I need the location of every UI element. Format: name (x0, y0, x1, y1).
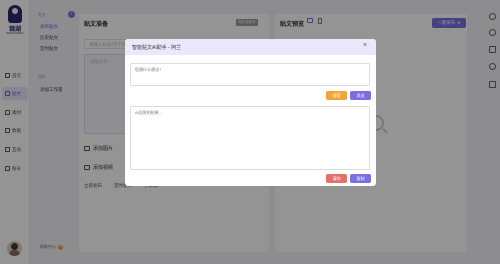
send-button[interactable]: 发送 (350, 91, 371, 100)
modal-header: 智能贴文AI助手 - 阿兰 × (125, 39, 376, 55)
answer-output[interactable] (130, 106, 370, 170)
modal-title: 智能贴文AI助手 - 阿兰 (132, 45, 182, 51)
close-icon[interactable]: × (363, 42, 367, 50)
copy-button[interactable]: 复制 (350, 174, 371, 183)
question-input[interactable] (130, 63, 370, 86)
ai-assistant-modal: 智能贴文AI助手 - 阿兰 × 搜索 发送 清除 复制 (125, 39, 376, 186)
search-button[interactable]: 搜索 (326, 91, 347, 100)
clear-button[interactable]: 清除 (326, 174, 347, 183)
